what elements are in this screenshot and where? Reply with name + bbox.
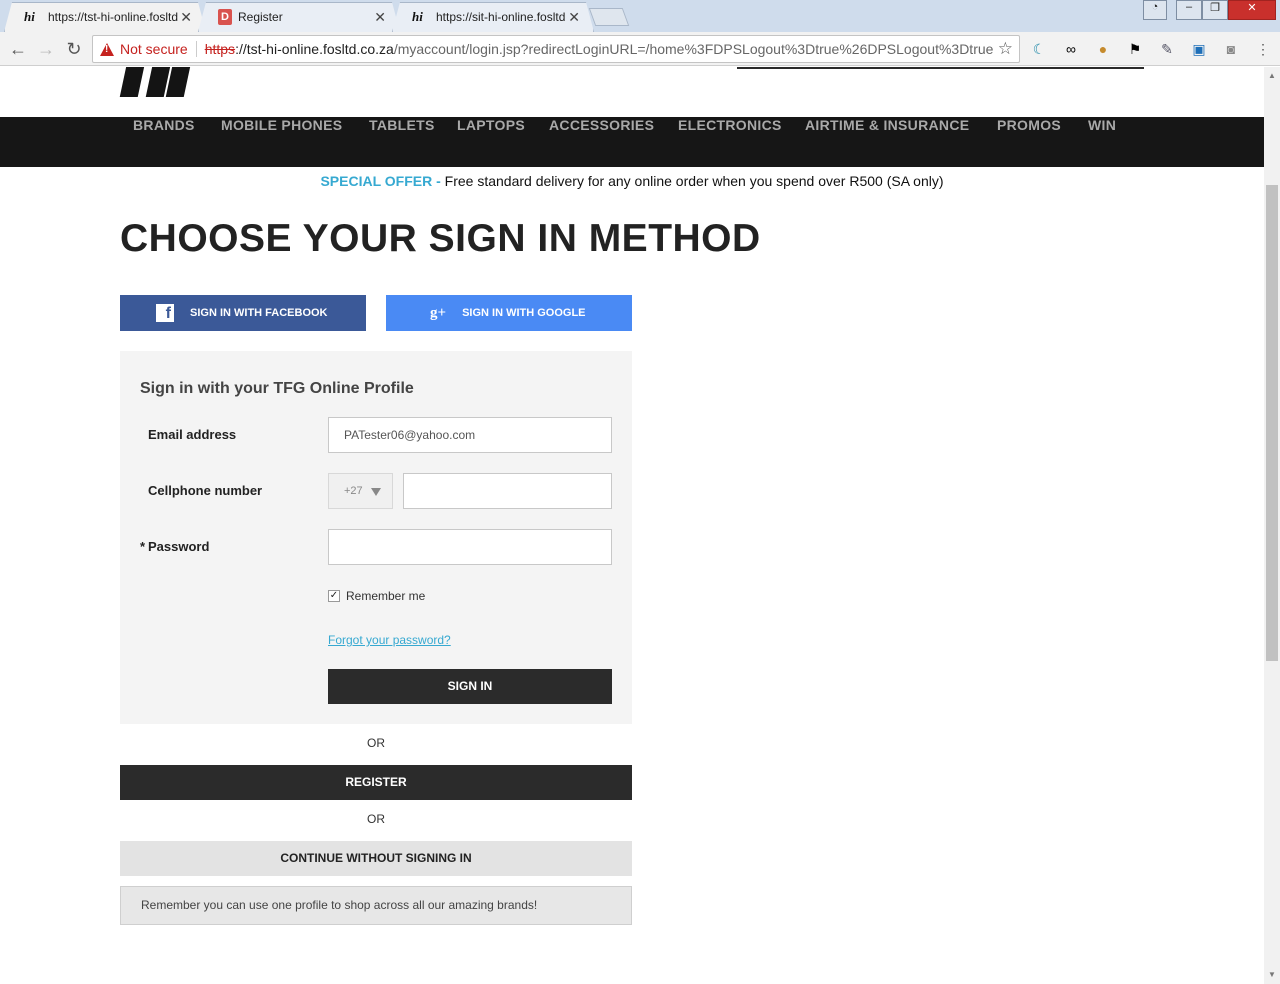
url-path: /myaccount/login.jsp?redirectLoginURL=/h… [393, 41, 994, 57]
email-label: Email address [148, 427, 237, 442]
incognito-icon[interactable]: ∞ [1062, 40, 1080, 58]
forgot-password-link[interactable]: Forgot your password? [328, 633, 451, 647]
d-logo-icon: D [218, 9, 232, 25]
remember-me-label: Remember me [346, 589, 426, 603]
tab-title: https://sit-hi-online.fosltd.co.za [436, 10, 566, 24]
password-field[interactable] [328, 529, 612, 565]
scroll-up-icon[interactable]: ▲ [1268, 71, 1276, 80]
close-window-button[interactable]: ✕ [1228, 0, 1276, 20]
remember-me-toggle[interactable]: ✓ Remember me [328, 589, 425, 603]
tab-title: https://tst-hi-online.fosltd.co.za [48, 10, 178, 24]
offer-label: SPECIAL OFFER - [320, 173, 441, 189]
hi-logo[interactable] [119, 67, 194, 97]
header-divider [737, 67, 1144, 69]
nav-item-electronics[interactable]: ELECTRONICS [678, 117, 782, 133]
page-viewport: BRANDS MOBILE PHONES TABLETS LAPTOPS ACC… [0, 67, 1264, 984]
url-host: ://tst-hi-online.fosltd.co.za [235, 41, 394, 57]
browser-toolbar: ← → ↻ Not secure https ://tst-hi-online.… [0, 32, 1280, 66]
nav-item-win[interactable]: WIN [1088, 117, 1116, 133]
cellphone-label: Cellphone number [148, 483, 263, 498]
restore-button[interactable]: ❐ [1202, 0, 1228, 20]
tab-title: Register [238, 10, 283, 24]
special-offer-banner: SPECIAL OFFER - Free standard delivery f… [0, 173, 1264, 189]
security-label: Not secure [120, 41, 188, 57]
email-field[interactable]: PATester06@yahoo.com [328, 417, 612, 453]
caret-down-icon [371, 488, 381, 496]
window-icon[interactable]: ▣ [1190, 40, 1208, 58]
checkbox-checked-icon[interactable]: ✓ [328, 590, 340, 602]
google-signin-label: SIGN IN WITH GOOGLE [462, 307, 586, 319]
cellphone-field[interactable] [403, 473, 612, 509]
or-divider: OR [367, 812, 385, 826]
reload-icon[interactable]: ↻ [62, 37, 86, 61]
nav-item-tablets[interactable]: TABLETS [369, 117, 435, 133]
url-scheme: https [204, 41, 236, 57]
bookmark-star-icon[interactable]: ☆ [998, 39, 1013, 59]
new-tab-button[interactable] [588, 8, 630, 26]
divider [195, 41, 197, 57]
main-nav: BRANDS MOBILE PHONES TABLETS LAPTOPS ACC… [0, 117, 1264, 167]
continue-as-guest-button[interactable]: CONTINUE WITHOUT SIGNING IN [120, 841, 632, 876]
country-code-value: +27 [344, 485, 363, 497]
nav-item-airtime-insurance[interactable]: AIRTIME & INSURANCE [805, 117, 969, 133]
profile-icon[interactable]: ◔ [1143, 0, 1167, 20]
form-title: Sign in with your TFG Online Profile [140, 380, 414, 397]
signin-form-panel: Sign in with your TFG Online Profile Ema… [120, 351, 632, 724]
or-divider: OR [367, 736, 385, 750]
eyedropper-icon[interactable]: ✎ [1158, 40, 1176, 58]
hi-logo-icon: hi [412, 9, 423, 24]
password-label-row: * Password [140, 539, 210, 554]
forward-arrow-icon[interactable]: → [34, 37, 58, 61]
browser-tab[interactable]: D Register ✕ [198, 2, 400, 32]
password-label: Password [148, 539, 210, 554]
warning-icon [100, 42, 114, 56]
cookie-icon[interactable]: ● [1094, 40, 1112, 58]
nav-item-accessories[interactable]: ACCESSORIES [549, 117, 654, 133]
nav-item-promos[interactable]: PROMOS [997, 117, 1061, 133]
close-icon[interactable]: ✕ [374, 9, 386, 26]
browser-tab[interactable]: hi https://tst-hi-online.fosltd.co.za ✕ [4, 2, 206, 32]
signin-button[interactable]: SIGN IN [328, 669, 612, 704]
register-button[interactable]: REGISTER [120, 765, 632, 800]
scrollbar-thumb[interactable] [1266, 185, 1278, 661]
page-scrollbar[interactable]: ▲ ▼ [1264, 67, 1280, 984]
menu-icon[interactable]: ⋮ [1254, 40, 1272, 58]
browser-tabstrip: hi https://tst-hi-online.fosltd.co.za ✕ … [0, 0, 1280, 32]
scroll-down-icon[interactable]: ▼ [1268, 970, 1276, 979]
required-marker: * [140, 539, 146, 554]
google-plus-icon: g+ [430, 304, 447, 321]
minimize-button[interactable]: – [1176, 0, 1202, 20]
nav-item-laptops[interactable]: LAPTOPS [457, 117, 525, 133]
google-signin-button[interactable]: g+ SIGN IN WITH GOOGLE [386, 295, 632, 331]
offer-text: Free standard delivery for any online or… [440, 173, 944, 189]
nav-item-mobile-phones[interactable]: MOBILE PHONES [221, 117, 342, 133]
facebook-icon: f [156, 304, 174, 322]
camera-icon[interactable]: ◙ [1222, 40, 1240, 58]
address-bar[interactable]: Not secure https ://tst-hi-online.fosltd… [92, 35, 1020, 63]
nav-item-brands[interactable]: BRANDS [133, 117, 195, 133]
facebook-signin-label: SIGN IN WITH FACEBOOK [190, 307, 328, 319]
back-arrow-icon[interactable]: ← [6, 37, 30, 61]
hi-logo-icon: hi [24, 9, 35, 24]
runner-icon[interactable]: ⚑ [1126, 40, 1144, 58]
browser-tab[interactable]: hi https://sit-hi-online.fosltd.co.za ✕ [392, 2, 594, 32]
page-title: CHOOSE YOUR SIGN IN METHOD [120, 217, 761, 260]
close-icon[interactable]: ✕ [568, 9, 580, 26]
facebook-signin-button[interactable]: f SIGN IN WITH FACEBOOK [120, 295, 366, 331]
country-code-select[interactable]: +27 [328, 473, 393, 509]
close-icon[interactable]: ✕ [180, 9, 192, 26]
profile-notice: Remember you can use one profile to shop… [120, 886, 632, 925]
extension-icon[interactable]: ☾ [1030, 40, 1048, 58]
